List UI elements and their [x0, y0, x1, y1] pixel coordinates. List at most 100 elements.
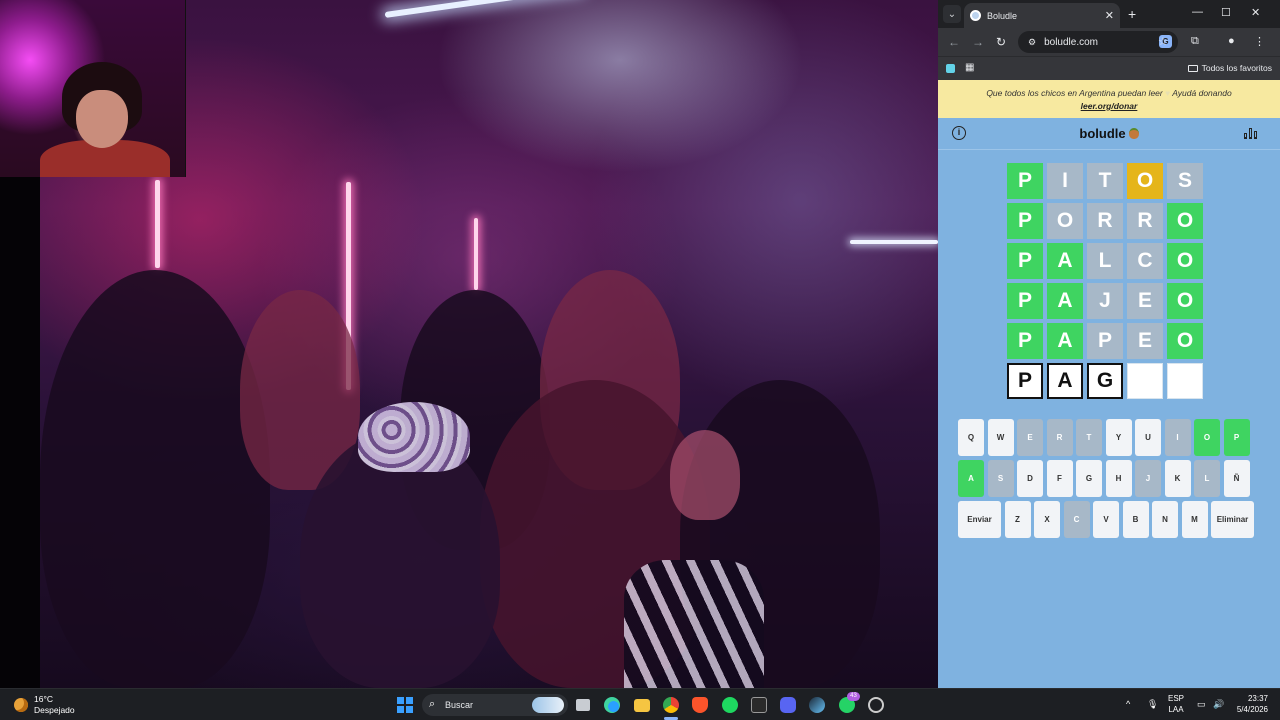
all-bookmarks-button[interactable]: Todos los favoritos — [1187, 63, 1272, 73]
game-board: PITOSPORROPALCOPAJEOPAPEOPAG — [1007, 163, 1203, 403]
letterbox-bar — [0, 177, 40, 688]
search-highlight-image — [532, 697, 564, 713]
apps-grid-icon[interactable]: ▦ — [965, 62, 974, 73]
close-window-button[interactable]: ✕ — [1251, 6, 1260, 19]
key-q[interactable]: Q — [958, 419, 984, 456]
search-placeholder: Buscar — [445, 700, 474, 710]
board-row: PORRO — [1007, 203, 1203, 239]
show-hidden-icons[interactable]: ^ — [1126, 699, 1130, 709]
key-r[interactable]: R — [1046, 419, 1073, 456]
neon-tube — [155, 180, 160, 268]
heart-icon: ♥ — [1165, 88, 1171, 98]
key-a[interactable]: A — [958, 460, 984, 497]
key-t[interactable]: T — [1076, 419, 1102, 456]
extensions-icon[interactable]: ⧉ — [1191, 35, 1199, 48]
key-n[interactable]: N — [1152, 501, 1178, 538]
key-x[interactable]: X — [1034, 501, 1060, 538]
key-y[interactable]: Y — [1105, 419, 1132, 456]
folder-icon — [1187, 65, 1198, 72]
task-view-icon[interactable] — [576, 699, 590, 711]
back-button[interactable]: ← — [948, 35, 960, 49]
donation-link[interactable]: leer.org/donar — [1081, 101, 1138, 111]
letter-tile: A — [1047, 323, 1083, 359]
letter-tile: O — [1167, 323, 1203, 359]
neon-tube — [850, 240, 938, 244]
tab-search-button[interactable]: ⌄ — [943, 5, 961, 23]
key-d[interactable]: D — [1017, 460, 1043, 497]
close-tab-icon[interactable]: ✕ — [1105, 9, 1114, 22]
letter-tile: P — [1087, 323, 1123, 359]
key-i[interactable]: I — [1164, 419, 1191, 456]
site-favicon-icon — [970, 10, 981, 21]
key-c[interactable]: C — [1063, 501, 1090, 538]
forward-button[interactable]: → — [972, 35, 984, 49]
key-l[interactable]: L — [1194, 460, 1220, 497]
letter-tile: O — [1047, 203, 1083, 239]
search-icon: ⌕ — [429, 698, 436, 710]
toolbar: ← → ↻ ⚙ boludle.com G ☆ ⧉ ● ⋮ — [938, 28, 1280, 56]
volume-icon[interactable]: 🔊 — [1213, 699, 1224, 710]
raised-hand — [670, 430, 740, 520]
key-e[interactable]: E — [1017, 419, 1043, 456]
streamer-face — [76, 90, 128, 148]
edge-icon[interactable] — [604, 697, 620, 713]
key-w[interactable]: W — [987, 419, 1014, 456]
menu-icon[interactable]: ⋮ — [1254, 35, 1265, 48]
minimize-button[interactable]: — — [1192, 6, 1203, 18]
reload-button[interactable]: ↻ — [996, 35, 1006, 49]
discord-icon[interactable] — [780, 697, 796, 713]
key-h[interactable]: H — [1105, 460, 1132, 497]
key-z[interactable]: Z — [1004, 501, 1031, 538]
bandana — [358, 402, 470, 472]
enter-key[interactable]: Enviar — [958, 501, 1001, 538]
all-bookmarks-label: Todos los favoritos — [1201, 63, 1272, 73]
bookmark-star-icon[interactable]: ☆ — [1158, 35, 1168, 48]
key-p[interactable]: P — [1223, 419, 1250, 456]
tab-strip: ⌄ Boludle ✕ + — ☐ ✕ — [938, 0, 1280, 28]
key-s[interactable]: S — [987, 460, 1014, 497]
key-j[interactable]: J — [1135, 460, 1161, 497]
brave-icon[interactable] — [692, 697, 708, 713]
spotify-icon[interactable] — [722, 697, 738, 713]
delete-key[interactable]: Eliminar — [1211, 501, 1254, 538]
network-icon[interactable]: ▭ — [1197, 699, 1206, 710]
steam-icon[interactable] — [809, 697, 825, 713]
input-language[interactable]: ESP LAA — [1168, 693, 1184, 715]
key-v[interactable]: V — [1093, 501, 1119, 538]
letter-tile: E — [1127, 283, 1163, 319]
system-clock[interactable]: 23:37 5/4/2026 — [1232, 693, 1268, 715]
key-g[interactable]: G — [1076, 460, 1102, 497]
windows-start-icon[interactable] — [397, 697, 413, 713]
banner-text: Que todos los chicos en Argentina puedan… — [986, 88, 1163, 98]
stats-icon[interactable] — [1244, 127, 1258, 139]
key-m[interactable]: M — [1181, 501, 1208, 538]
letter-tile: P — [1007, 203, 1043, 239]
bookmarks-bar: ▦ Todos los favoritos — [938, 56, 1280, 80]
app-icon[interactable] — [868, 697, 884, 713]
browser-window: ⌄ Boludle ✕ + — ☐ ✕ ← → ↻ ⚙ boludle.com … — [938, 0, 1280, 688]
chrome-icon[interactable] — [663, 697, 679, 713]
new-tab-button[interactable]: + — [1128, 6, 1136, 22]
letter-tile: R — [1127, 203, 1163, 239]
file-explorer-icon[interactable] — [634, 699, 650, 712]
key-o[interactable]: O — [1194, 419, 1220, 456]
profile-icon[interactable]: ● — [1228, 35, 1235, 47]
maximize-button[interactable]: ☐ — [1221, 6, 1231, 19]
key-u[interactable]: U — [1135, 419, 1161, 456]
key-b[interactable]: B — [1122, 501, 1149, 538]
site-info-icon[interactable]: ⚙ — [1028, 37, 1036, 48]
epic-games-icon[interactable] — [751, 697, 767, 713]
key-f[interactable]: F — [1046, 460, 1073, 497]
neon-tube — [474, 218, 478, 290]
address-bar[interactable]: ⚙ boludle.com G — [1018, 31, 1178, 53]
microphone-icon[interactable]: 🎙 — [1147, 699, 1158, 710]
weather-widget[interactable]: 16°C Despejado — [14, 694, 75, 716]
keyboard-row: ASDFGHJKLÑ — [958, 460, 1254, 497]
key-k[interactable]: K — [1164, 460, 1191, 497]
taskbar-search[interactable]: ⌕ Buscar — [422, 694, 568, 716]
bookmark-app-icon[interactable] — [946, 64, 955, 73]
moon-icon — [14, 698, 28, 712]
game-header: i boludle — [938, 118, 1280, 150]
tab-boludle[interactable]: Boludle ✕ — [964, 3, 1120, 28]
key-ñ[interactable]: Ñ — [1223, 460, 1250, 497]
